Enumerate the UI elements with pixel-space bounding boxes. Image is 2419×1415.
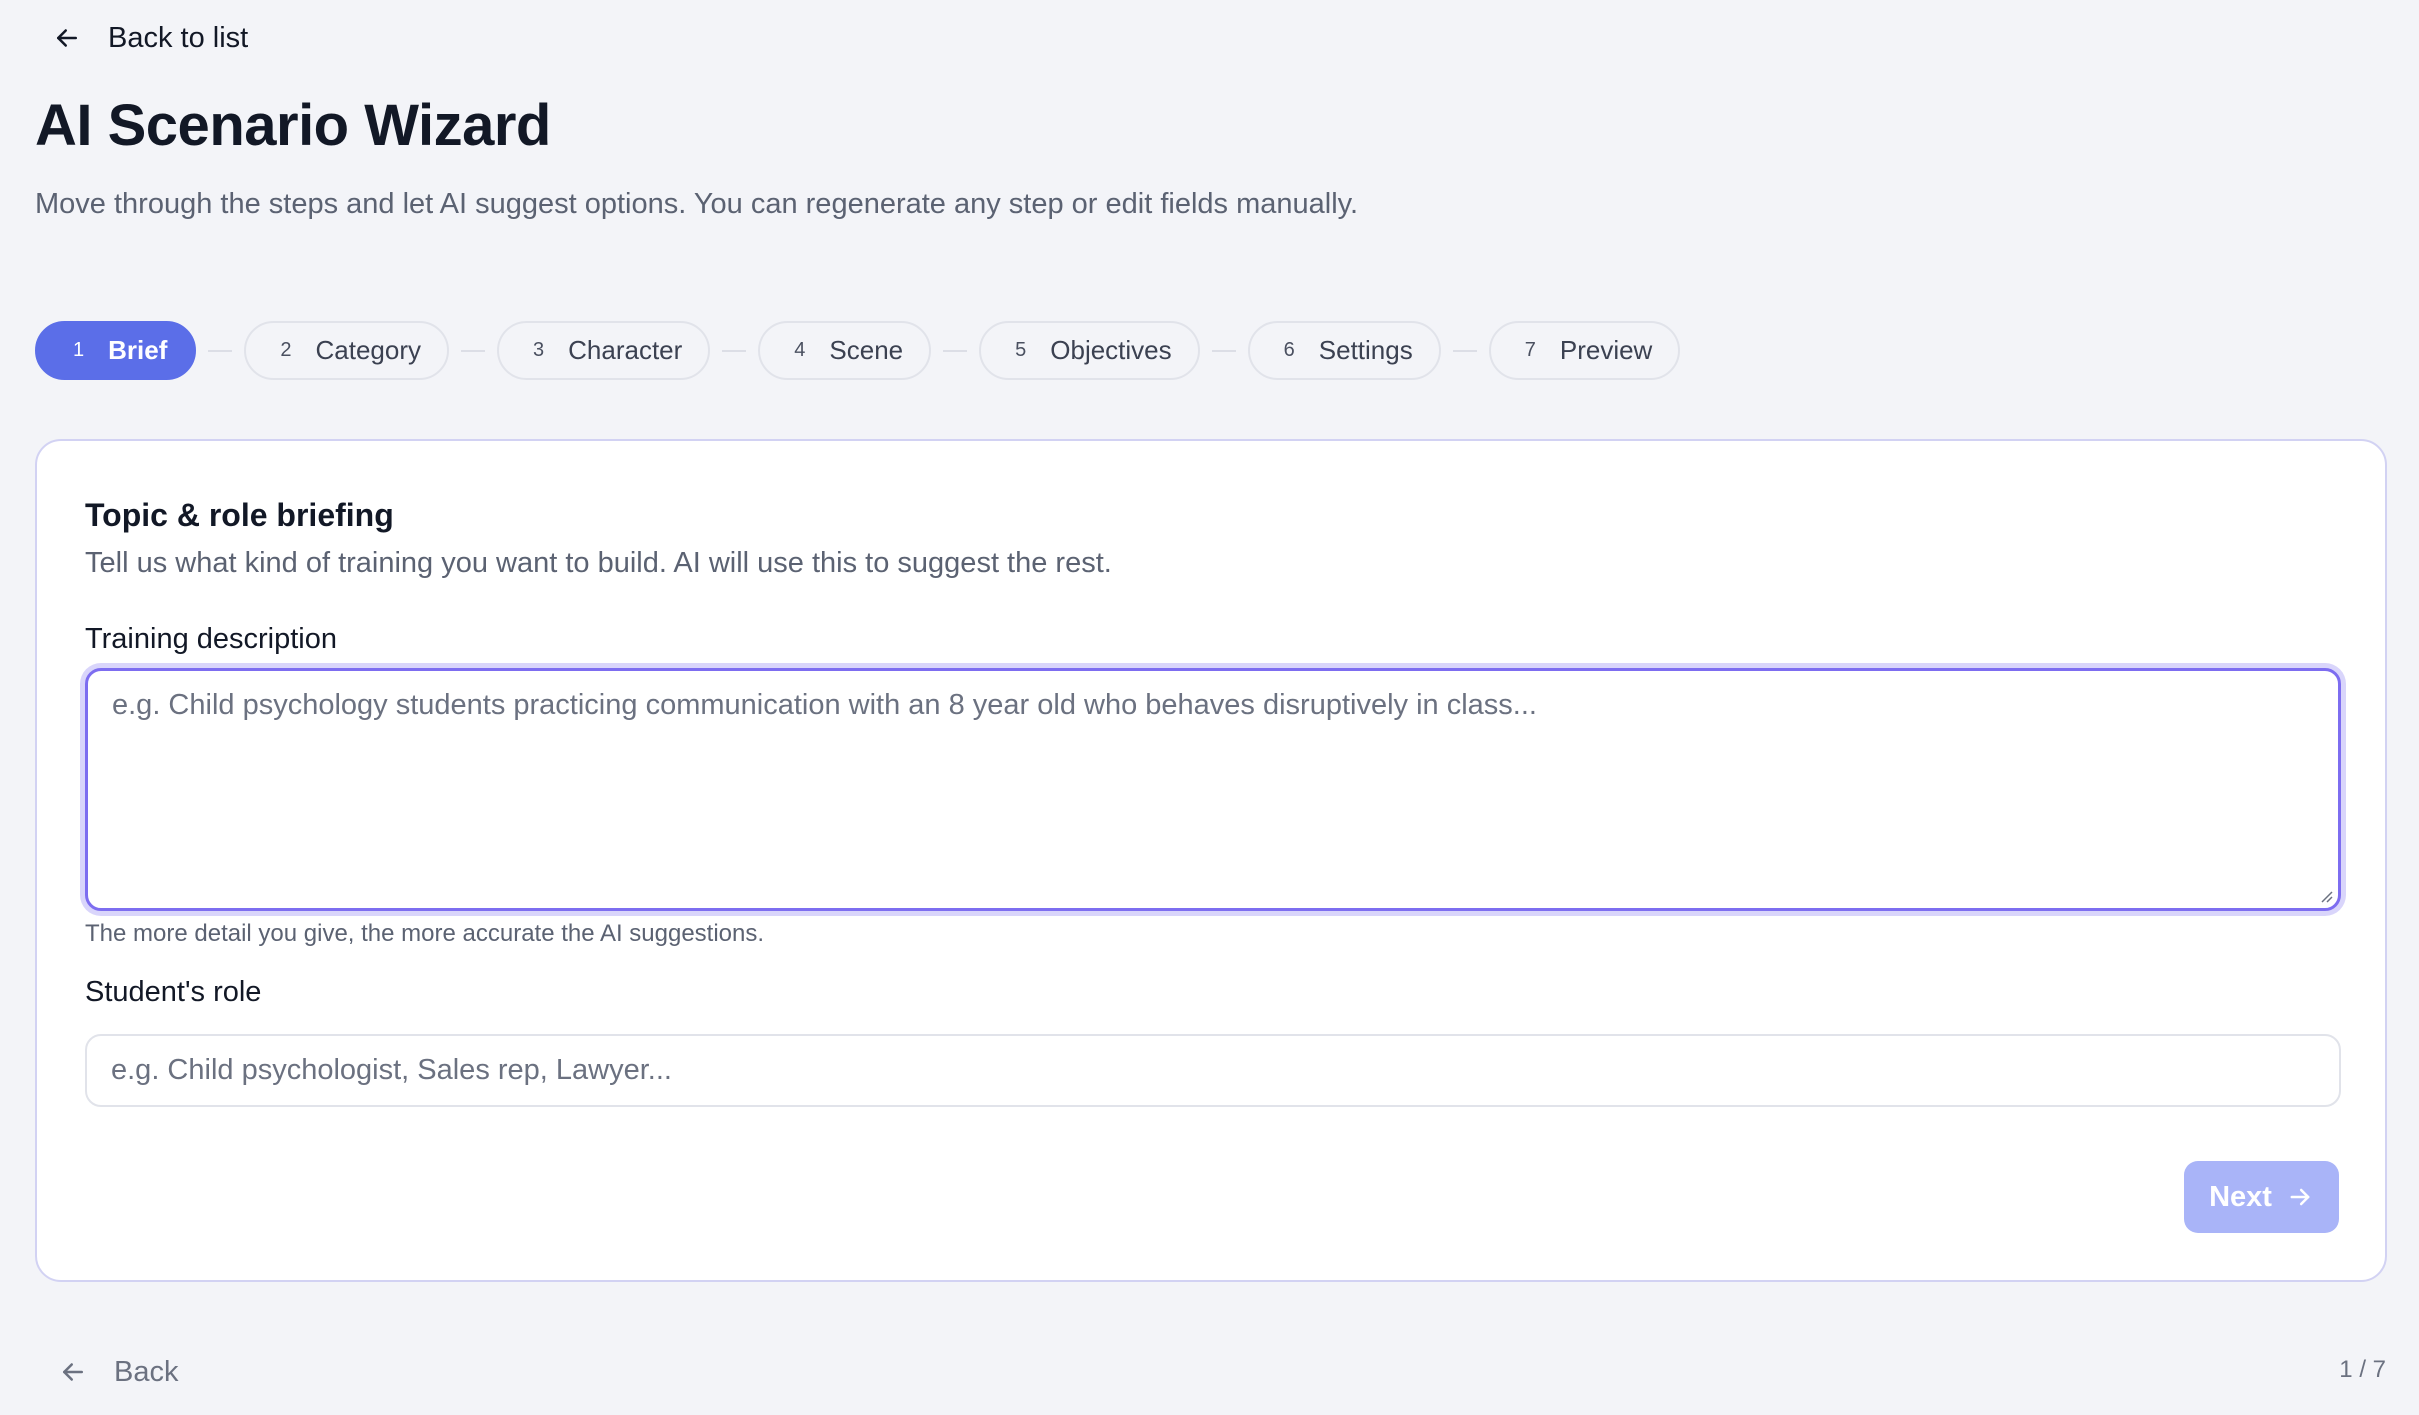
step-preview[interactable]: 7 Preview <box>1488 321 1681 380</box>
training-description-label: Training description <box>85 623 337 655</box>
footer-back-label: Back <box>114 1355 179 1388</box>
training-description-wrapper <box>85 668 2341 911</box>
step-connector <box>1452 349 1477 352</box>
step-number: 1 <box>73 339 85 361</box>
arrow-left-icon <box>57 29 77 47</box>
student-role-label: Student's role <box>85 976 262 1008</box>
back-to-list-label: Back to list <box>108 21 249 54</box>
step-objectives[interactable]: 5 Objectives <box>979 321 1200 380</box>
training-description-hint: The more detail you give, the more accur… <box>85 920 765 947</box>
step-label: Preview <box>1559 335 1653 365</box>
step-number: 6 <box>1283 339 1295 361</box>
step-category[interactable]: 2 Category <box>244 321 449 380</box>
next-button-label: Next <box>2209 1180 2272 1213</box>
card-description: Tell us what kind of training you want t… <box>85 547 1112 579</box>
step-label: Category <box>315 335 422 365</box>
step-number: 2 <box>280 339 292 361</box>
wizard-stepper: 1 Brief 2 Category 3 Character 4 Scene 5… <box>35 321 1681 380</box>
step-label: Brief <box>108 335 168 365</box>
student-role-input[interactable] <box>85 1034 2341 1107</box>
step-number: 7 <box>1524 339 1536 361</box>
wizard-page: Back to list AI Scenario Wizard Move thr… <box>0 0 2419 1415</box>
step-connector <box>208 349 233 352</box>
brief-card: Topic & role briefing Tell us what kind … <box>35 439 2387 1282</box>
step-connector <box>1211 349 1236 352</box>
step-label: Settings <box>1318 335 1413 365</box>
page-title: AI Scenario Wizard <box>35 93 551 158</box>
step-brief[interactable]: 1 Brief <box>35 321 197 380</box>
next-button[interactable]: Next <box>2184 1161 2339 1233</box>
footer-back-button[interactable]: Back <box>58 1350 178 1394</box>
step-scene[interactable]: 4 Scene <box>758 321 932 380</box>
step-number: 4 <box>794 339 806 361</box>
step-counter: 1 / 7 <box>2339 1356 2386 1383</box>
training-description-input[interactable] <box>88 671 2338 908</box>
resize-grip-icon[interactable] <box>2316 886 2334 904</box>
arrow-left-icon <box>63 1363 83 1381</box>
back-to-list-link[interactable]: Back to list <box>52 16 248 60</box>
step-settings[interactable]: 6 Settings <box>1247 321 1441 380</box>
step-connector <box>943 349 968 352</box>
page-subtitle: Move through the steps and let AI sugges… <box>35 188 1359 220</box>
step-label: Character <box>568 335 683 365</box>
step-number: 3 <box>533 339 545 361</box>
card-title: Topic & role briefing <box>85 497 394 533</box>
arrow-right-icon <box>2290 1188 2310 1206</box>
step-number: 5 <box>1015 339 1027 361</box>
step-connector <box>461 349 485 352</box>
step-connector <box>722 349 747 352</box>
step-label: Objectives <box>1050 335 1172 365</box>
step-character[interactable]: 3 Character <box>497 321 711 380</box>
step-label: Scene <box>829 335 904 365</box>
